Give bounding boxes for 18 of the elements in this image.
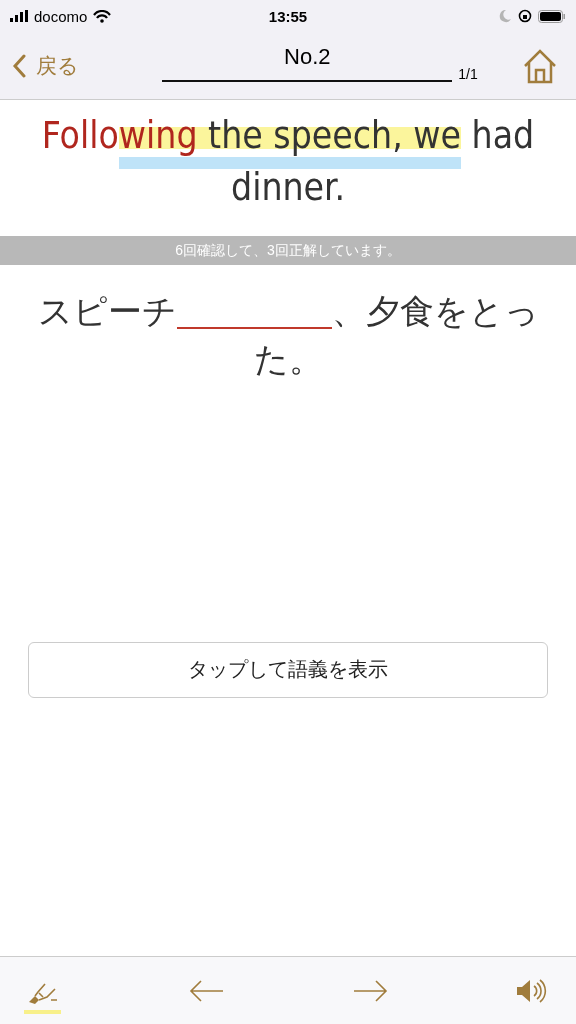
reveal-button[interactable]: タップして語義を表示: [28, 641, 548, 698]
home-icon[interactable]: [522, 47, 558, 84]
back-chevron-icon[interactable]: [12, 53, 26, 78]
right-arrow-icon[interactable]: [352, 978, 389, 1003]
moon-icon: [498, 9, 512, 23]
english-sentence: Following the speech, we had dinner.: [40, 113, 536, 211]
left-arrow-icon[interactable]: [188, 978, 225, 1003]
battery-icon: [538, 9, 566, 23]
speaker-icon[interactable]: [515, 976, 548, 1005]
status-time: 13:55: [268, 7, 308, 25]
rotation-lock-icon: [518, 9, 532, 23]
carrier-name: docomo: [34, 7, 88, 25]
signal-icon: [10, 10, 28, 22]
progress-note: 6回確認して、3回正解しています。: [0, 236, 576, 265]
page-counter: 1/1: [458, 65, 478, 82]
page-title: No.2: [162, 43, 453, 82]
japanese-sentence: スピーチ 、夕食をとった。: [36, 291, 540, 380]
wifi-icon: [93, 9, 112, 23]
